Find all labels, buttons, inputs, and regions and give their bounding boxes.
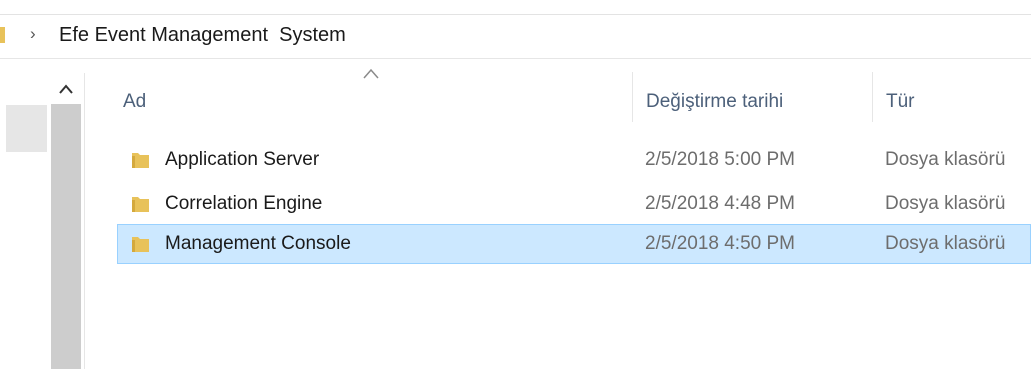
column-header-name[interactable]: Ad	[123, 84, 146, 120]
scrollbar-thumb[interactable]	[51, 104, 81, 369]
column-separator[interactable]	[872, 72, 873, 122]
file-type: Dosya klasörü	[885, 149, 1006, 170]
address-bar-divider	[0, 58, 1031, 59]
sort-ascending-icon	[363, 68, 379, 79]
file-type: Dosya klasörü	[885, 193, 1006, 214]
window-top-border	[0, 14, 1031, 15]
file-modified: 2/5/2018 4:50 PM	[645, 233, 795, 254]
file-modified: 2/5/2018 5:00 PM	[645, 149, 795, 170]
file-type: Dosya klasörü	[885, 233, 1006, 254]
file-name: Application Server	[165, 149, 320, 170]
address-folder-icon	[0, 27, 5, 43]
folder-icon	[132, 197, 149, 212]
file-name: Management Console	[165, 233, 351, 254]
file-name: Correlation Engine	[165, 193, 323, 214]
column-header-modified[interactable]: Değiştirme tarihi	[646, 84, 783, 120]
address-path[interactable]: Efe Event Management System	[59, 24, 346, 47]
column-separator[interactable]	[632, 72, 633, 122]
folder-icon	[132, 237, 149, 252]
navigation-pane-item[interactable]	[6, 105, 47, 152]
file-modified: 2/5/2018 4:48 PM	[645, 193, 795, 214]
file-row-management-console[interactable]: Management Console 2/5/2018 4:50 PM Dosy…	[117, 224, 1031, 264]
folder-icon	[132, 153, 149, 168]
column-header-type[interactable]: Tür	[886, 84, 915, 120]
chevron-right-icon[interactable]: ›	[30, 24, 36, 44]
file-row-application-server[interactable]: Application Server 2/5/2018 5:00 PM Dosy…	[117, 140, 1031, 180]
file-row-correlation-engine[interactable]: Correlation Engine 2/5/2018 4:48 PM Dosy…	[117, 184, 1031, 224]
scroll-up-arrow-icon[interactable]	[55, 78, 77, 100]
